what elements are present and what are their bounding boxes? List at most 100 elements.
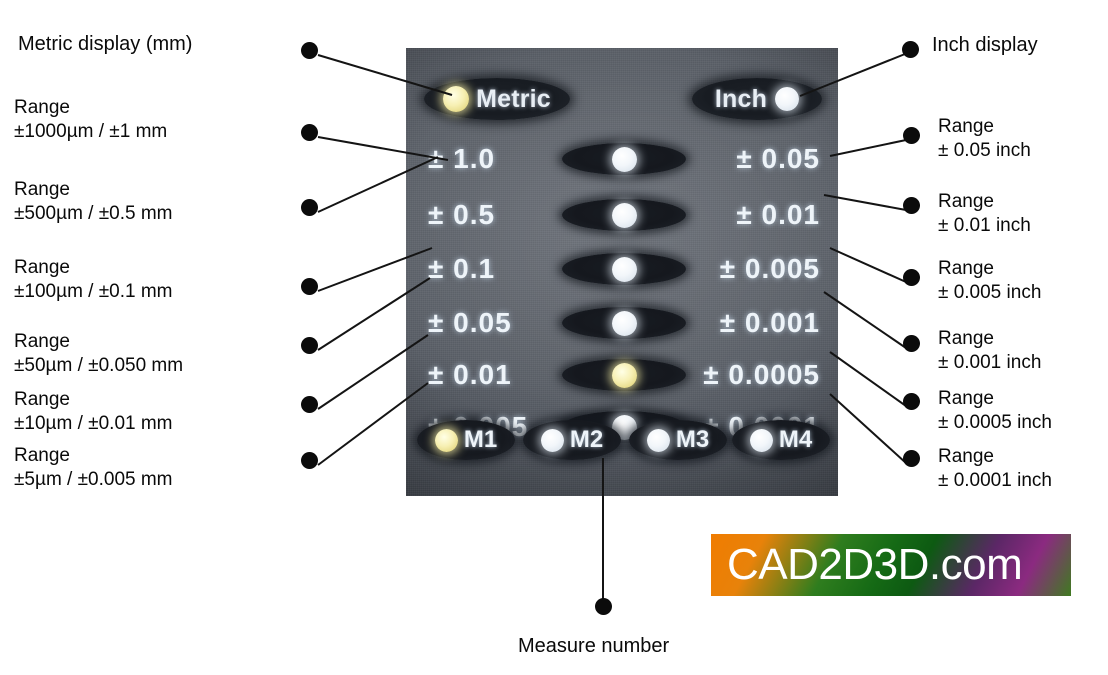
range-word: Range bbox=[14, 257, 70, 278]
inch-mode-button[interactable]: Inch bbox=[692, 78, 822, 120]
memory-button-m1[interactable]: M1 bbox=[417, 420, 515, 460]
annotation-left-range-6: Range ±5µm / ±0.005 mm bbox=[14, 444, 173, 493]
annotation-left-range-4: Range ±50µm / ±0.050 mm bbox=[14, 330, 183, 379]
range-value: ± 0.0005 inch bbox=[938, 412, 1052, 434]
inch-range-value: ± 0.005 bbox=[719, 253, 820, 284]
metric-led-indicator bbox=[443, 86, 470, 112]
range-row[interactable]: ± 0.1 ± 0.005 bbox=[406, 246, 838, 292]
range-led-indicator bbox=[611, 362, 637, 388]
annotation-right-range-1: Range ± 0.05 inch bbox=[938, 115, 1031, 164]
inch-range-value: ± 0.001 bbox=[719, 307, 820, 338]
range-select-button[interactable] bbox=[562, 307, 686, 339]
metric-range-value: ± 0.05 bbox=[428, 307, 512, 338]
leader-right-5 bbox=[829, 351, 907, 407]
memory-button-label: M3 bbox=[675, 426, 710, 453]
range-value: ± 0.005 inch bbox=[938, 282, 1042, 304]
measuring-device-panel: Metric Inch ± 1.0 ± 0.05 ± 0.5 ± 0.01 ± … bbox=[406, 48, 838, 496]
annotation-right-range-6: Range ± 0.0001 inch bbox=[938, 445, 1052, 494]
inch-range-value: ± 0.0005 bbox=[703, 359, 820, 390]
callout-dot-right-title bbox=[902, 41, 919, 58]
callout-dot-left-title bbox=[301, 42, 318, 59]
callout-dot-right-3 bbox=[903, 269, 920, 286]
annotation-right-range-2: Range ± 0.01 inch bbox=[938, 190, 1031, 239]
memory-button-label: M2 bbox=[569, 426, 604, 453]
range-word: Range bbox=[938, 446, 994, 467]
callout-dot-left-4 bbox=[301, 337, 318, 354]
annotation-title-text: Metric display (mm) bbox=[18, 33, 193, 55]
range-value: ± 0.05 inch bbox=[938, 140, 1031, 162]
range-value: ± 0.001 inch bbox=[938, 352, 1042, 374]
callout-dot-bottom bbox=[595, 598, 612, 615]
range-word: Range bbox=[14, 445, 70, 466]
range-led-indicator bbox=[611, 310, 637, 336]
inch-range-value: ± 0.01 bbox=[736, 199, 820, 230]
range-word: Range bbox=[938, 191, 994, 212]
range-select-button[interactable] bbox=[562, 143, 686, 175]
metric-mode-label: Metric bbox=[476, 84, 551, 113]
leader-right-3 bbox=[829, 247, 907, 283]
memory-led-indicator bbox=[749, 428, 773, 452]
memory-button-m2[interactable]: M2 bbox=[523, 420, 621, 460]
inch-led-indicator bbox=[775, 87, 800, 111]
annotation-metric-display-title: Metric display (mm) bbox=[18, 32, 192, 58]
range-word: Range bbox=[938, 328, 994, 349]
annotation-measure-number: Measure number bbox=[518, 634, 669, 660]
range-word: Range bbox=[938, 116, 994, 137]
callout-dot-right-5 bbox=[903, 393, 920, 410]
metric-range-value: ± 1.0 bbox=[428, 143, 496, 174]
range-select-button[interactable] bbox=[562, 199, 686, 231]
range-value: ±1000µm / ±1 mm bbox=[14, 121, 168, 143]
callout-dot-right-2 bbox=[903, 197, 920, 214]
memory-led-indicator bbox=[540, 428, 564, 452]
range-word: Range bbox=[938, 258, 994, 279]
range-word: Range bbox=[14, 389, 70, 410]
annotation-title-text: Inch display bbox=[932, 34, 1038, 56]
metric-range-value: ± 0.5 bbox=[428, 199, 496, 230]
memory-button-m3[interactable]: M3 bbox=[629, 420, 727, 460]
memory-led-indicator bbox=[646, 428, 670, 452]
callout-dot-left-5 bbox=[301, 396, 318, 413]
memory-button-m4[interactable]: M4 bbox=[732, 420, 830, 460]
memory-buttons-row: M1 M2 M3 M4 bbox=[406, 420, 838, 466]
range-value: ±500µm / ±0.5 mm bbox=[14, 203, 173, 225]
inch-mode-label: Inch bbox=[714, 84, 768, 113]
range-row[interactable]: ± 0.5 ± 0.01 bbox=[406, 192, 838, 238]
callout-dot-left-2 bbox=[301, 199, 318, 216]
callout-dot-right-4 bbox=[903, 335, 920, 352]
range-select-button[interactable] bbox=[562, 253, 686, 285]
range-led-indicator bbox=[611, 256, 637, 282]
range-value: ±50µm / ±0.050 mm bbox=[14, 355, 184, 377]
annotation-title-text: Measure number bbox=[518, 635, 670, 657]
watermark-text: CAD2D3D.com bbox=[727, 540, 1023, 589]
leader-right-6 bbox=[829, 393, 907, 464]
memory-led-indicator bbox=[434, 428, 458, 452]
callout-dot-left-3 bbox=[301, 278, 318, 295]
annotation-right-range-5: Range ± 0.0005 inch bbox=[938, 387, 1052, 436]
inch-range-value: ± 0.05 bbox=[736, 143, 820, 174]
annotation-left-range-1: Range ±1000µm / ±1 mm bbox=[14, 96, 167, 145]
annotation-left-range-5: Range ±10µm / ±0.01 mm bbox=[14, 388, 173, 437]
range-value: ± 0.01 inch bbox=[938, 215, 1031, 237]
range-row[interactable]: ± 0.01 ± 0.0005 bbox=[406, 352, 838, 398]
annotation-right-range-4: Range ± 0.001 inch bbox=[938, 327, 1041, 376]
range-row[interactable]: ± 0.05 ± 0.001 bbox=[406, 300, 838, 346]
range-value: ± 0.0001 inch bbox=[938, 470, 1052, 492]
range-led-indicator bbox=[611, 202, 637, 228]
metric-range-value: ± 0.01 bbox=[428, 359, 512, 390]
metric-mode-button[interactable]: Metric bbox=[424, 78, 570, 120]
leader-right-1 bbox=[829, 139, 907, 157]
callout-dot-right-1 bbox=[903, 127, 920, 144]
range-value: ±10µm / ±0.01 mm bbox=[14, 413, 173, 435]
annotation-inch-display-title: Inch display bbox=[932, 33, 1038, 59]
metric-range-value: ± 0.1 bbox=[428, 253, 496, 284]
memory-button-label: M4 bbox=[778, 426, 813, 453]
callout-dot-left-6 bbox=[301, 452, 318, 469]
range-value: ±100µm / ±0.1 mm bbox=[14, 281, 173, 303]
callout-dot-right-6 bbox=[903, 450, 920, 467]
range-row[interactable]: ± 1.0 ± 0.05 bbox=[406, 136, 838, 182]
range-select-button[interactable] bbox=[562, 359, 686, 391]
annotation-right-range-3: Range ± 0.005 inch bbox=[938, 257, 1041, 306]
memory-button-label: M1 bbox=[463, 426, 498, 453]
watermark-logo: CAD2D3D.com bbox=[711, 534, 1071, 596]
callout-dot-left-1 bbox=[301, 124, 318, 141]
